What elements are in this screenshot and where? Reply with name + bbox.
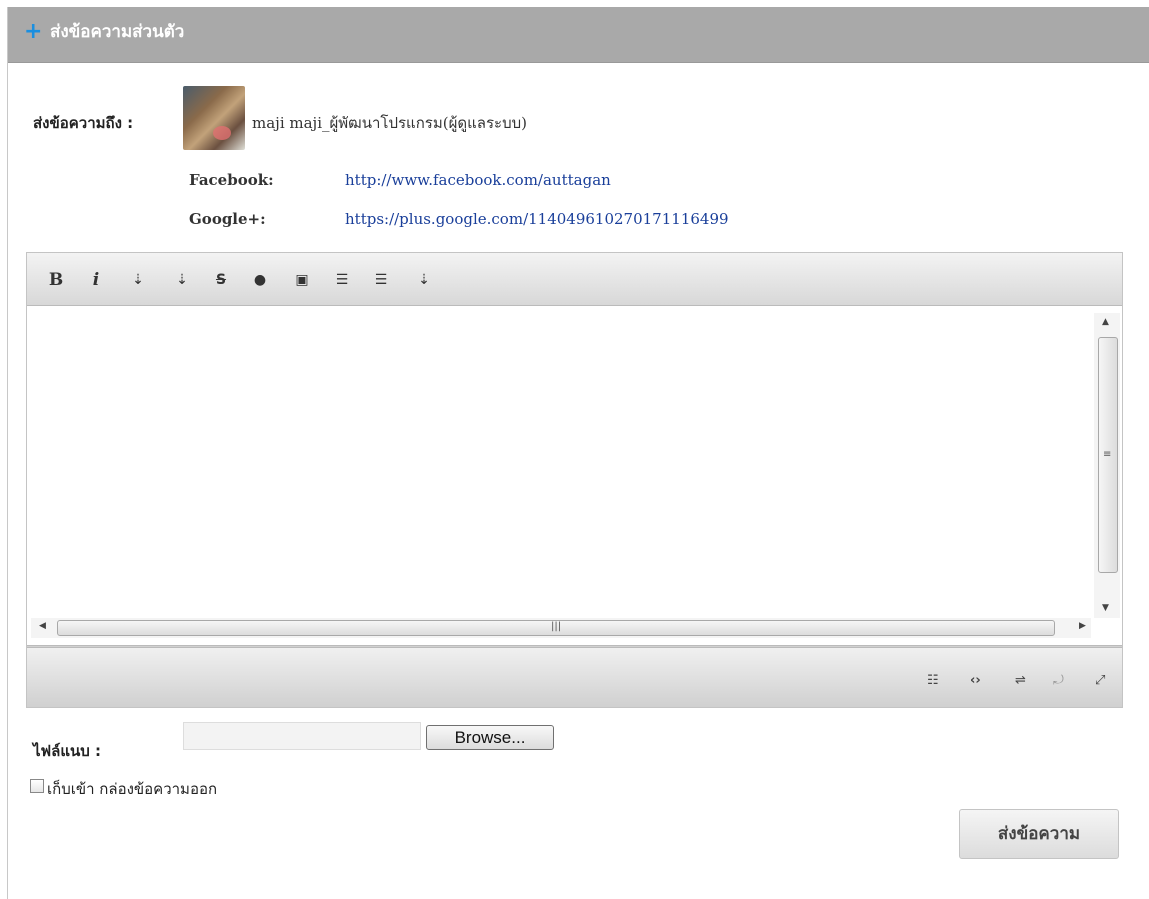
attachment-label: ไฟล์แนบ : [33,742,102,760]
panel-title: ส่งข้อความส่วนตัว [50,22,185,42]
editor-toolbar: B i ⇣ ⇣ S ● ▣ ☰ ☰ ⇣ [27,253,1122,306]
vertical-scrollbar[interactable]: ▲ ≡ ▼ [1094,313,1120,618]
horizontal-scrollbar[interactable]: ◀ ||| ▶ [31,618,1091,638]
facebook-link[interactable]: http://www.facebook.com/auttagan [345,171,611,189]
save-outbox-checkbox[interactable] [30,779,44,793]
avatar[interactable] [183,86,245,150]
google-label: Google+: [189,210,266,228]
google-link[interactable]: https://plus.google.com/1140496102701711… [345,210,729,228]
save-outbox-label: เก็บเข้า กล่องข้อความออก [47,780,218,798]
source-list-icon[interactable]: ☷ [927,673,939,688]
scroll-left-icon[interactable]: ◀ [39,621,46,631]
send-message-button[interactable]: ส่งข้อความ [959,809,1119,859]
fullscreen-icon[interactable]: ⤢ [1095,673,1105,688]
format-icon[interactable]: ⇌ [1015,673,1026,688]
scroll-down-icon[interactable]: ▼ [1102,603,1109,613]
ordered-list-button[interactable]: ☰ [331,269,353,291]
panel-header: + ส่งข้อความส่วนตัว [8,7,1149,63]
bold-button[interactable]: B [45,269,67,291]
code-icon[interactable]: ‹› [970,673,981,688]
italic-button[interactable]: i [85,269,107,291]
clock-icon[interactable]: ● [249,269,271,291]
facebook-label: Facebook: [189,171,274,189]
message-editor: B i ⇣ ⇣ S ● ▣ ☰ ☰ ⇣ ▲ ≡ ▼ ◀ ||| ▶ ☷ ‹› ⇌… [26,252,1123,708]
scroll-up-icon[interactable]: ▲ [1102,317,1109,327]
recipient-label: ส่งข้อความถึง : [33,114,134,132]
message-textarea[interactable] [27,306,1122,645]
grip-icon: ≡ [1103,449,1112,460]
strikethrough-button[interactable]: S [210,269,232,291]
unordered-list-button[interactable]: ☰ [370,269,392,291]
more-button[interactable]: ⇣ [413,269,435,291]
image-icon[interactable]: ▣ [291,269,313,291]
underline-button[interactable]: ⇣ [127,269,149,291]
attachment-input[interactable] [183,722,421,750]
plus-icon: + [24,19,43,44]
editor-bottom-toolbar: ☷ ‹› ⇌ ⤾ ⤢ [27,645,1122,707]
recipient-name: maji maji_ผู้พัฒนาโปรแกรม(ผู้ดูแลระบบ) [252,114,527,132]
insert-button[interactable]: ⇣ [171,269,193,291]
grip-icon: ||| [551,621,562,632]
wrap-icon[interactable]: ⤾ [1053,673,1064,688]
browse-button[interactable]: Browse... [426,725,554,750]
scroll-right-icon[interactable]: ▶ [1079,621,1086,631]
